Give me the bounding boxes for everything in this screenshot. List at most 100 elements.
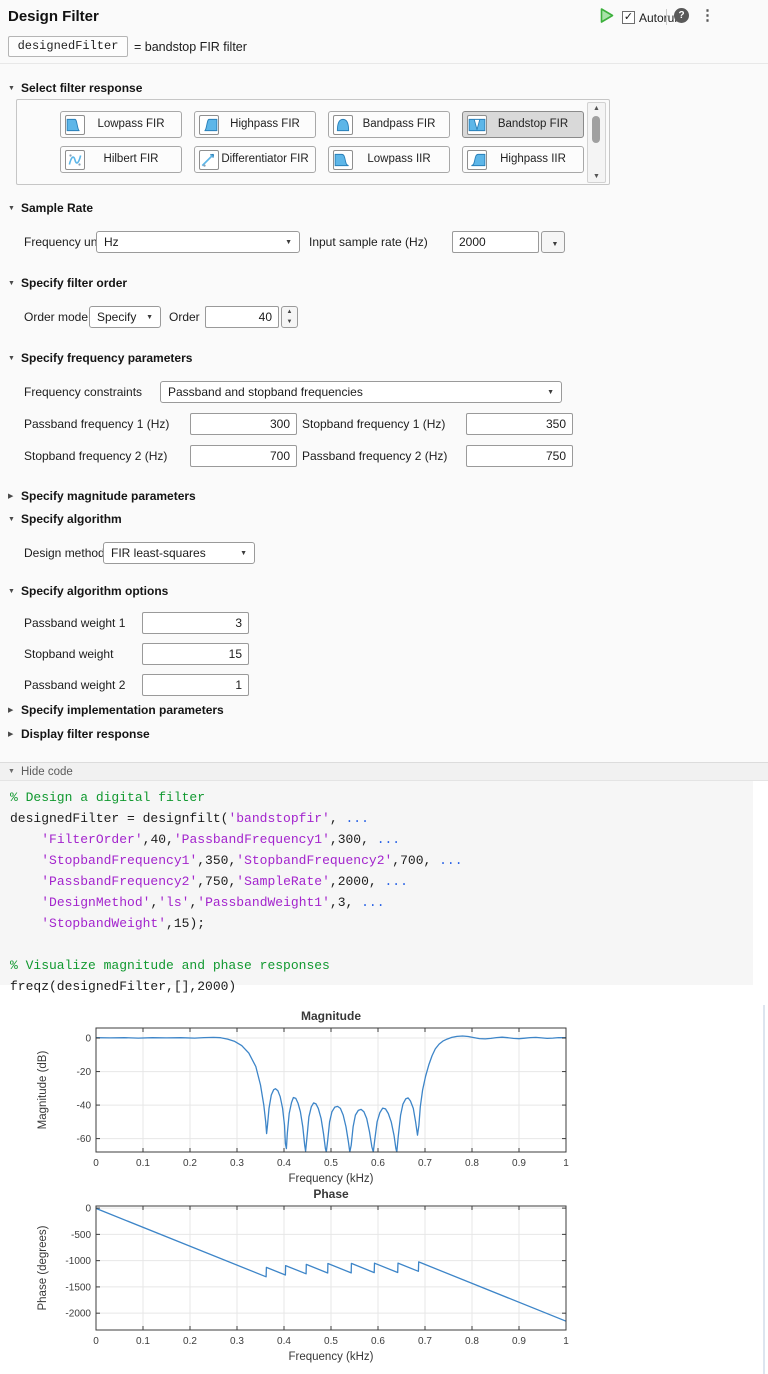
order-mode-label: Order mode <box>24 306 88 328</box>
order-field[interactable] <box>205 306 279 328</box>
svg-text:-1500: -1500 <box>65 1282 91 1293</box>
svg-text:0.2: 0.2 <box>183 1336 197 1347</box>
dropdown-arrow-icon: ▼ <box>285 239 292 246</box>
differentiator-fir-icon <box>199 150 219 170</box>
svg-text:-500: -500 <box>71 1230 91 1241</box>
svg-text:0.3: 0.3 <box>230 1336 244 1347</box>
dropdown-arrow-icon: ▼ <box>552 241 559 248</box>
input-sample-rate-field[interactable] <box>452 231 539 253</box>
svg-text:0.6: 0.6 <box>371 1158 385 1169</box>
section-specify-filter-order[interactable]: ▼ Specify filter order <box>8 276 127 290</box>
stopband-frequency-2-field[interactable] <box>190 445 297 467</box>
expander-icon: ▼ <box>8 588 16 595</box>
svg-text:1: 1 <box>563 1336 569 1347</box>
bandstop-fir-icon <box>467 115 487 135</box>
spinner-down-icon[interactable]: ▼ <box>282 317 297 327</box>
svg-text:0.1: 0.1 <box>136 1336 150 1347</box>
hide-code-toggle[interactable]: ▼ Hide code <box>0 762 768 781</box>
stopband-weight-label: Stopband weight <box>24 643 113 665</box>
run-button[interactable] <box>598 7 615 24</box>
svg-text:0.7: 0.7 <box>418 1336 432 1347</box>
header-divider <box>666 9 667 25</box>
filter-response-bandpass-fir[interactable]: Bandpass FIR <box>328 111 450 138</box>
spinner-up-icon[interactable]: ▲ <box>282 307 297 317</box>
passband-weight-2-field[interactable] <box>142 674 249 696</box>
section-display-filter-response[interactable]: ▶ Display filter response <box>8 727 150 741</box>
expander-icon: ▼ <box>8 355 16 362</box>
passband-weight-2-label: Passband weight 2 <box>24 674 125 696</box>
filter-response-lowpass-iir[interactable]: Lowpass IIR <box>328 146 450 173</box>
phase-response-chart: 00.10.20.30.40.50.60.70.80.910-500-1000-… <box>30 1186 650 1364</box>
dropdown-arrow-icon: ▼ <box>240 550 247 557</box>
header-separator <box>0 63 768 64</box>
svg-text:Phase: Phase <box>313 1187 349 1201</box>
overflow-menu-button[interactable]: ⋮ <box>700 6 715 24</box>
section-sample-rate[interactable]: ▼ Sample Rate <box>8 201 93 215</box>
scrollbar-thumb[interactable] <box>592 116 600 143</box>
expander-icon: ▼ <box>8 205 16 212</box>
section-specify-algorithm[interactable]: ▼ Specify algorithm <box>8 512 122 526</box>
section-specify-implementation-parameters[interactable]: ▶ Specify implementation parameters <box>8 703 224 717</box>
svg-text:0.5: 0.5 <box>324 1336 338 1347</box>
svg-text:-20: -20 <box>77 1067 92 1078</box>
passband-weight-1-field[interactable] <box>142 612 249 634</box>
gallery-scrollbar[interactable]: ▲ ▼ <box>587 102 606 183</box>
filter-response-differentiator-fir[interactable]: Differentiator FIR <box>194 146 316 173</box>
svg-text:0.8: 0.8 <box>465 1336 479 1347</box>
stopband-frequency-2-label: Stopband frequency 2 (Hz) <box>24 445 167 467</box>
order-spinner[interactable]: ▲ ▼ <box>281 306 298 328</box>
autorun-checkbox[interactable]: ✓ <box>622 11 635 24</box>
passband-frequency-2-field[interactable] <box>466 445 573 467</box>
frequency-units-select[interactable]: Hz ▼ <box>96 231 300 253</box>
passband-weight-1-label: Passband weight 1 <box>24 612 125 634</box>
expander-icon: ▼ <box>8 85 16 92</box>
design-method-label: Design method <box>24 542 105 564</box>
order-mode-select[interactable]: Specify ▼ <box>89 306 161 328</box>
svg-text:0: 0 <box>93 1158 99 1169</box>
filter-response-highpass-fir[interactable]: Highpass FIR <box>194 111 316 138</box>
svg-text:-2000: -2000 <box>65 1309 91 1320</box>
expander-icon: ▶ <box>8 706 16 714</box>
scroll-up-icon[interactable]: ▲ <box>588 105 605 112</box>
check-icon: ✓ <box>624 11 633 23</box>
svg-text:Frequency (kHz): Frequency (kHz) <box>289 1173 374 1185</box>
filter-response-highpass-iir[interactable]: Highpass IIR <box>462 146 584 173</box>
section-specify-algorithm-options[interactable]: ▼ Specify algorithm options <box>8 584 168 598</box>
help-button[interactable]: ? <box>674 8 689 23</box>
expander-icon: ▶ <box>8 492 16 500</box>
section-select-filter-response[interactable]: ▼ Select filter response <box>8 81 142 95</box>
stopband-weight-field[interactable] <box>142 643 249 665</box>
filter-response-hilbert-fir[interactable]: Hilbert FIR <box>60 146 182 173</box>
svg-text:0.9: 0.9 <box>512 1336 526 1347</box>
frequency-constraints-label: Frequency constraints <box>24 381 142 403</box>
passband-frequency-1-label: Passband frequency 1 (Hz) <box>24 413 169 435</box>
input-sample-rate-dropdown-button[interactable]: ▼ <box>541 231 565 253</box>
magnitude-response-chart: 00.10.20.30.40.50.60.70.80.910-20-40-60M… <box>30 1008 650 1186</box>
svg-text:0.7: 0.7 <box>418 1158 432 1169</box>
filter-response-lowpass-fir[interactable]: Lowpass FIR <box>60 111 182 138</box>
scroll-down-icon[interactable]: ▼ <box>588 173 605 180</box>
svg-text:-40: -40 <box>77 1101 92 1112</box>
svg-text:0.9: 0.9 <box>512 1158 526 1169</box>
stopband-frequency-1-field[interactable] <box>466 413 573 435</box>
frequency-constraints-select[interactable]: Passband and stopband frequencies ▼ <box>160 381 562 403</box>
highpass-iir-icon <box>467 150 487 170</box>
output-variable-description: = bandstop FIR filter <box>134 40 247 54</box>
output-variable-name-field[interactable]: designedFilter <box>8 36 128 57</box>
lowpass-fir-icon <box>65 115 85 135</box>
passband-frequency-1-field[interactable] <box>190 413 297 435</box>
section-specify-frequency-parameters[interactable]: ▼ Specify frequency parameters <box>8 351 192 365</box>
svg-text:Magnitude: Magnitude <box>301 1009 361 1023</box>
design-filter-task-panel: Design Filter ✓ Autorun ? ⋮ designedFilt… <box>0 0 768 1374</box>
output-panel-edge <box>763 1005 765 1374</box>
design-method-select[interactable]: FIR least-squares ▼ <box>103 542 255 564</box>
question-icon: ? <box>678 10 684 21</box>
code-block: % Design a digital filterdesignedFilter … <box>10 787 463 997</box>
filter-response-bandstop-fir[interactable]: Bandstop FIR <box>462 111 584 138</box>
page-title: Design Filter <box>8 8 99 25</box>
svg-text:-60: -60 <box>77 1134 92 1145</box>
section-specify-magnitude-parameters[interactable]: ▶ Specify magnitude parameters <box>8 489 196 503</box>
svg-text:0.4: 0.4 <box>277 1336 291 1347</box>
expander-icon: ▼ <box>8 768 16 775</box>
hilbert-fir-icon <box>65 150 85 170</box>
